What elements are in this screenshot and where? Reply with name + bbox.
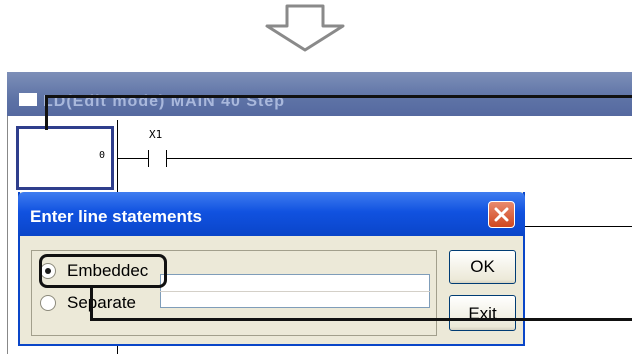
callout-leader-line [45,95,632,98]
callout-leader-line [90,287,93,321]
window-app-icon [19,93,37,106]
separate-radio-label[interactable]: Separate [67,293,136,313]
rung-wire [167,158,632,159]
separate-radio[interactable] [40,295,56,311]
ok-button[interactable]: OK [449,250,516,284]
contact-symbol-left[interactable] [148,150,149,167]
callout-leader-line [45,95,48,130]
dialog-close-button[interactable] [488,201,515,228]
rung-wire [118,158,148,159]
contact-device-label: X1 [149,128,163,141]
callout-highlight-box [39,254,167,288]
callout-leader-line [90,318,632,321]
close-icon [494,207,509,222]
step-number: 0 [99,150,106,161]
rung-wire [524,226,632,227]
input-divider [160,291,430,292]
dialog-title: Enter line statements [30,207,202,226]
exit-button[interactable]: Exit [449,295,516,331]
down-arrow-icon [265,4,345,52]
